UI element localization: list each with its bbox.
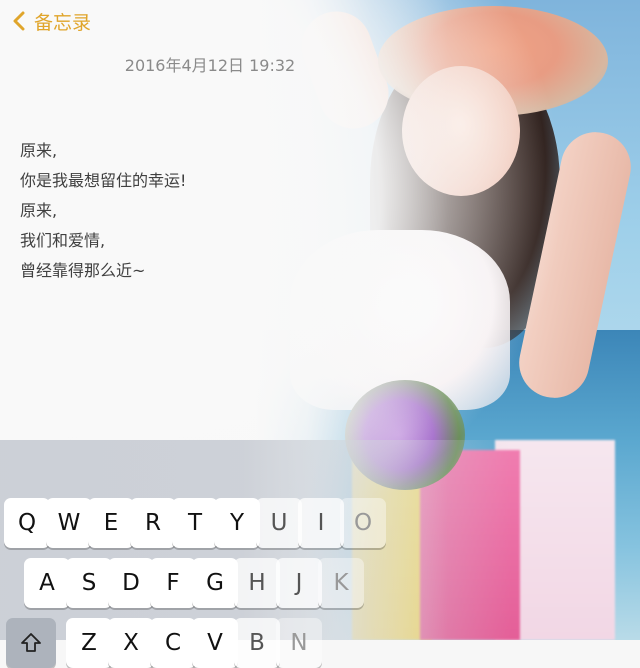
key-t[interactable]: T bbox=[172, 498, 218, 548]
key-o[interactable]: O bbox=[340, 498, 386, 548]
key-u[interactable]: U bbox=[256, 498, 302, 548]
key-y[interactable]: Y bbox=[214, 498, 260, 548]
shift-icon bbox=[21, 633, 41, 652]
key-g[interactable]: G bbox=[192, 558, 238, 608]
back-button-label: 备忘录 bbox=[34, 11, 92, 34]
back-button[interactable]: 备忘录 bbox=[10, 8, 91, 34]
note-line: 原来, bbox=[20, 201, 58, 220]
key-s[interactable]: S bbox=[66, 558, 112, 608]
chevron-left-icon bbox=[13, 11, 25, 31]
key-a[interactable]: A bbox=[24, 558, 70, 608]
key-d[interactable]: D bbox=[108, 558, 154, 608]
note-line: 曾经靠得那么近~ bbox=[20, 261, 146, 280]
key-e[interactable]: E bbox=[88, 498, 134, 548]
key-q[interactable]: Q bbox=[4, 498, 50, 548]
key-v[interactable]: V bbox=[192, 618, 238, 668]
key-j[interactable]: J bbox=[276, 558, 322, 608]
note-line: 你是我最想留住的幸运! bbox=[20, 171, 187, 190]
key-z[interactable]: Z bbox=[66, 618, 112, 668]
note-line: 原来, bbox=[20, 141, 58, 160]
key-w[interactable]: W bbox=[46, 498, 92, 548]
key-b[interactable]: B bbox=[234, 618, 280, 668]
keyboard: Q W E R T Y U I O A S D F G H J K Z X C … bbox=[0, 440, 640, 668]
key-c[interactable]: C bbox=[150, 618, 196, 668]
key-k[interactable]: K bbox=[318, 558, 364, 608]
key-h[interactable]: H bbox=[234, 558, 280, 608]
shift-key[interactable] bbox=[6, 618, 56, 668]
key-n[interactable]: N bbox=[276, 618, 322, 668]
key-i[interactable]: I bbox=[298, 498, 344, 548]
note-body[interactable]: 原来, 你是我最想留住的幸运! 原来, 我们和爱情, 曾经靠得那么近~ bbox=[20, 136, 340, 286]
note-date: 2016年4月12日 19:32 bbox=[124, 56, 296, 75]
key-r[interactable]: R bbox=[130, 498, 176, 548]
note-line: 我们和爱情, bbox=[20, 231, 106, 250]
key-f[interactable]: F bbox=[150, 558, 196, 608]
key-x[interactable]: X bbox=[108, 618, 154, 668]
